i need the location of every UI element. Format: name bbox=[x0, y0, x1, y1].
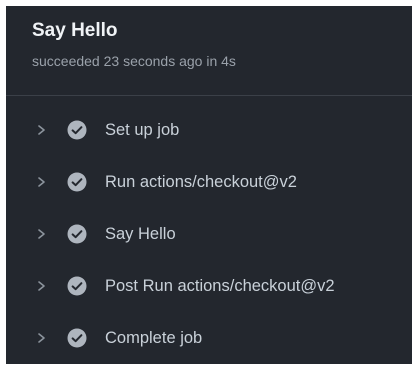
check-circle-icon bbox=[67, 224, 87, 244]
step-label: Say Hello bbox=[105, 225, 176, 243]
step-row-run-checkout[interactable]: Run actions/checkout@v2 bbox=[6, 156, 412, 208]
chevron-right-icon[interactable] bbox=[36, 224, 48, 244]
step-label: Post Run actions/checkout@v2 bbox=[105, 277, 335, 295]
check-circle-icon bbox=[67, 120, 87, 140]
step-row-say-hello[interactable]: Say Hello bbox=[6, 208, 412, 260]
steps-list: Set up job Run actions/checkout@v2 Say H… bbox=[6, 104, 412, 364]
job-title: Say Hello bbox=[32, 20, 118, 41]
chevron-right-icon[interactable] bbox=[36, 328, 48, 348]
chevron-right-icon[interactable] bbox=[36, 120, 48, 140]
step-row-set-up-job[interactable]: Set up job bbox=[6, 104, 412, 156]
check-circle-icon bbox=[67, 328, 87, 348]
job-status: succeeded 23 seconds ago in 4s bbox=[32, 53, 236, 69]
job-log-panel: Say Hello succeeded 23 seconds ago in 4s… bbox=[6, 6, 412, 364]
step-label: Complete job bbox=[105, 329, 203, 347]
step-row-complete-job[interactable]: Complete job bbox=[6, 312, 412, 364]
step-label: Run actions/checkout@v2 bbox=[105, 173, 297, 191]
step-row-post-run-checkout[interactable]: Post Run actions/checkout@v2 bbox=[6, 260, 412, 312]
check-circle-icon bbox=[67, 172, 87, 192]
job-header: Say Hello succeeded 23 seconds ago in 4s bbox=[6, 6, 412, 96]
chevron-right-icon[interactable] bbox=[36, 172, 48, 192]
check-circle-icon bbox=[67, 276, 87, 296]
step-label: Set up job bbox=[105, 121, 180, 139]
chevron-right-icon[interactable] bbox=[36, 276, 48, 296]
